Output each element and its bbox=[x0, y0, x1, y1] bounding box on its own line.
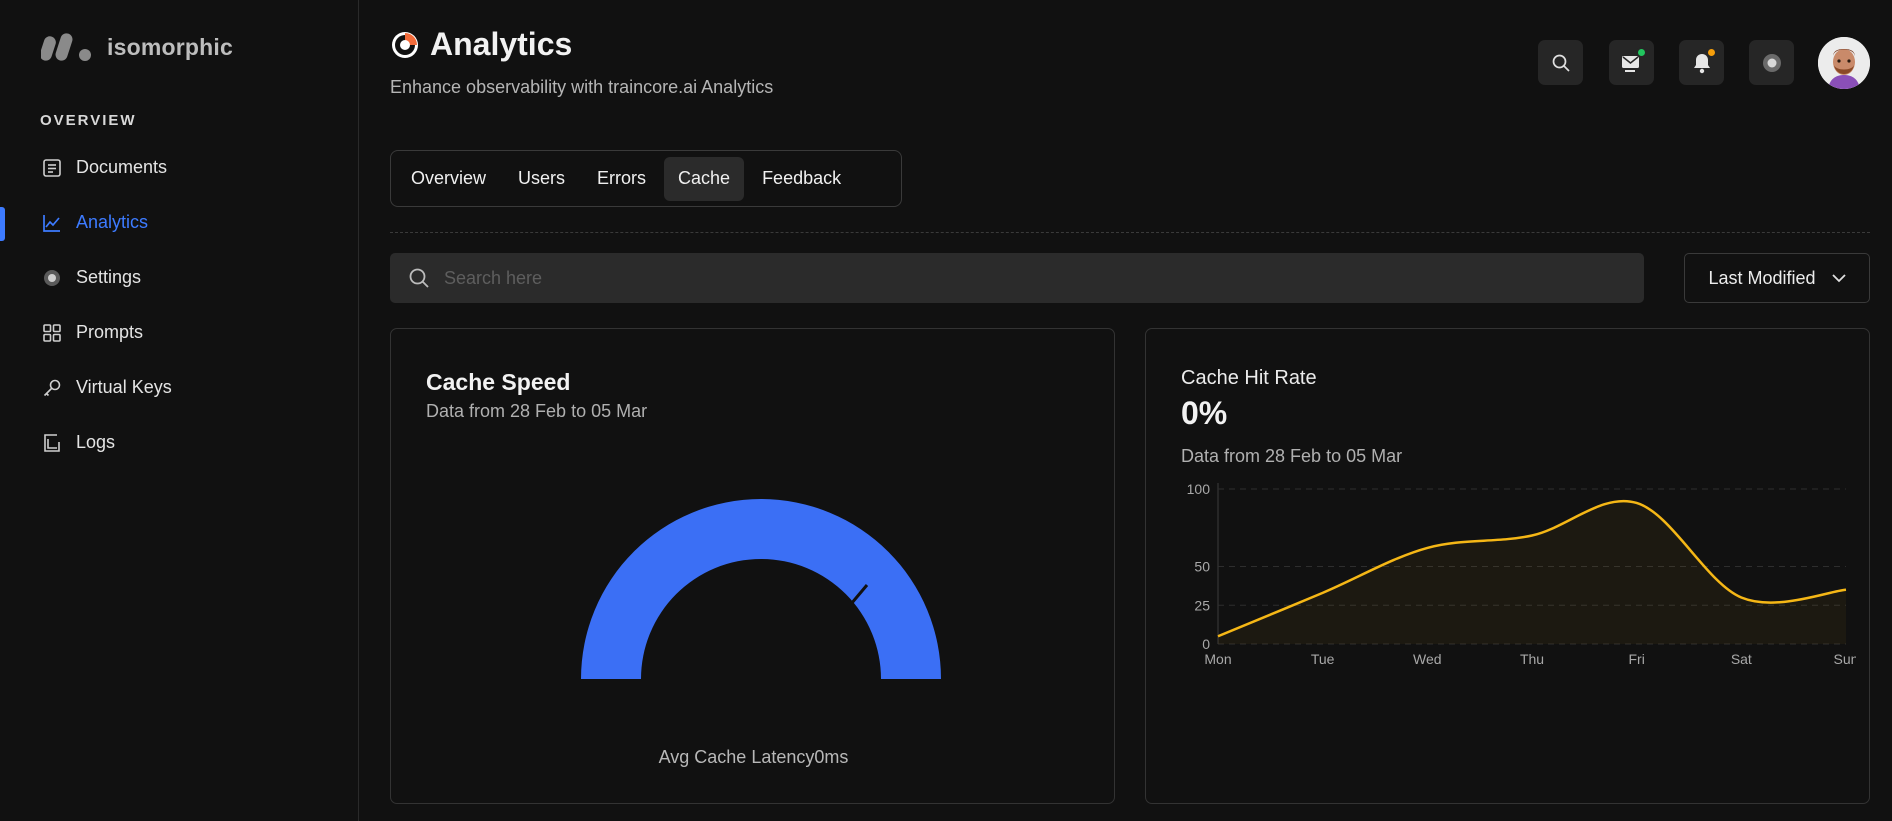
notification-status-dot bbox=[1706, 47, 1717, 58]
sidebar-item-label: Settings bbox=[76, 267, 142, 287]
x-tick-label: Wed bbox=[1413, 651, 1442, 667]
sidebar-item-label: Logs bbox=[76, 432, 116, 452]
cache-speed-card: Cache Speed Data from 28 Feb to 05 Mar A… bbox=[390, 328, 1115, 804]
settings-button[interactable] bbox=[1749, 40, 1794, 85]
user-avatar[interactable] bbox=[1818, 37, 1870, 89]
page-subtitle: Enhance observability with traincore.ai … bbox=[390, 77, 774, 97]
key-icon bbox=[41, 377, 62, 398]
gauge-label: Avg Cache Latency0ms bbox=[391, 747, 1116, 768]
sidebar-item-settings[interactable]: Settings bbox=[0, 250, 358, 305]
tab-bar: Overview Users Errors Cache Feedback bbox=[390, 150, 902, 207]
document-icon bbox=[41, 157, 62, 178]
x-tick-label: Sun bbox=[1834, 651, 1856, 667]
cache-speed-subtitle: Data from 28 Feb to 05 Mar bbox=[426, 401, 648, 421]
tab-users[interactable]: Users bbox=[504, 157, 579, 201]
analytics-logo-icon bbox=[392, 31, 418, 58]
gear-icon bbox=[1762, 53, 1781, 72]
search-button[interactable] bbox=[1538, 40, 1583, 85]
series-area bbox=[1218, 501, 1846, 644]
sort-dropdown-label: Last Modified bbox=[1708, 267, 1816, 288]
search-input[interactable] bbox=[444, 267, 1594, 289]
sidebar-item-label: Prompts bbox=[76, 322, 144, 342]
sidebar-item-label: Virtual Keys bbox=[76, 377, 172, 397]
notifications-button[interactable] bbox=[1679, 40, 1724, 85]
y-tick-label: 25 bbox=[1194, 597, 1210, 613]
cache-hit-rate-title: Cache Hit Rate bbox=[1181, 367, 1317, 389]
sidebar-item-label: Analytics bbox=[76, 212, 149, 232]
sidebar-item-documents[interactable]: Documents bbox=[0, 140, 358, 195]
cache-hit-rate-subtitle: Data from 28 Feb to 05 Mar bbox=[1181, 446, 1403, 466]
message-status-dot bbox=[1636, 47, 1647, 58]
sidebar-nav: Documents Analytics Settings Prompts Vir… bbox=[0, 140, 358, 470]
cache-hit-rate-value: 0% bbox=[1181, 395, 1228, 431]
sidebar-section-label: OVERVIEW bbox=[40, 112, 137, 129]
search-icon bbox=[1552, 54, 1570, 72]
x-tick-label: Tue bbox=[1311, 651, 1335, 667]
x-tick-label: Thu bbox=[1520, 651, 1544, 667]
gauge-arc bbox=[581, 499, 941, 679]
page-header: Analytics bbox=[390, 26, 572, 63]
grid-icon bbox=[41, 322, 62, 343]
gauge-label-text: Avg Cache Latency bbox=[658, 747, 815, 767]
x-tick-label: Sat bbox=[1731, 651, 1752, 667]
tab-feedback[interactable]: Feedback bbox=[748, 157, 855, 201]
page-title: Analytics bbox=[430, 26, 573, 62]
sidebar: isomorphic OVERVIEW Documents Analytics … bbox=[0, 0, 359, 821]
tab-cache[interactable]: Cache bbox=[664, 156, 745, 201]
avatar-image bbox=[1818, 37, 1870, 89]
sort-dropdown[interactable]: Last Modified bbox=[1684, 253, 1870, 303]
gauge-value: 0ms bbox=[814, 747, 849, 767]
chart-line-icon bbox=[41, 212, 62, 233]
logs-icon bbox=[41, 432, 62, 453]
gear-icon bbox=[41, 267, 62, 288]
messages-button[interactable] bbox=[1609, 40, 1654, 85]
cache-hit-rate-card: Cache Hit Rate 0% Data from 28 Feb to 05… bbox=[1145, 328, 1870, 804]
sidebar-item-analytics[interactable]: Analytics bbox=[0, 195, 358, 250]
hit-rate-line-chart: 0 25 50 100 Mon Tue Wed Thu Fri Sat Sun bbox=[1187, 481, 1856, 667]
chevron-down-icon bbox=[1831, 273, 1846, 282]
search-icon bbox=[409, 268, 429, 288]
y-tick-label: 50 bbox=[1194, 559, 1210, 575]
tab-errors[interactable]: Errors bbox=[583, 157, 660, 201]
sidebar-item-logs[interactable]: Logs bbox=[0, 415, 358, 470]
tab-overview[interactable]: Overview bbox=[397, 157, 500, 201]
cache-speed-title: Cache Speed bbox=[426, 369, 571, 395]
y-tick-label: 100 bbox=[1187, 481, 1211, 497]
brand-logo[interactable]: isomorphic bbox=[41, 32, 233, 62]
sidebar-item-prompts[interactable]: Prompts bbox=[0, 305, 358, 360]
section-divider bbox=[390, 232, 1870, 233]
brand-name: isomorphic bbox=[107, 33, 233, 60]
sidebar-item-label: Documents bbox=[76, 157, 168, 177]
latency-gauge bbox=[581, 499, 941, 679]
y-tick-label: 0 bbox=[1202, 636, 1210, 652]
logo-mark-icon bbox=[41, 33, 91, 61]
search-bar bbox=[390, 253, 1644, 303]
sidebar-item-virtual-keys[interactable]: Virtual Keys bbox=[0, 360, 358, 415]
x-tick-label: Fri bbox=[1629, 651, 1645, 667]
x-tick-label: Mon bbox=[1204, 651, 1231, 667]
